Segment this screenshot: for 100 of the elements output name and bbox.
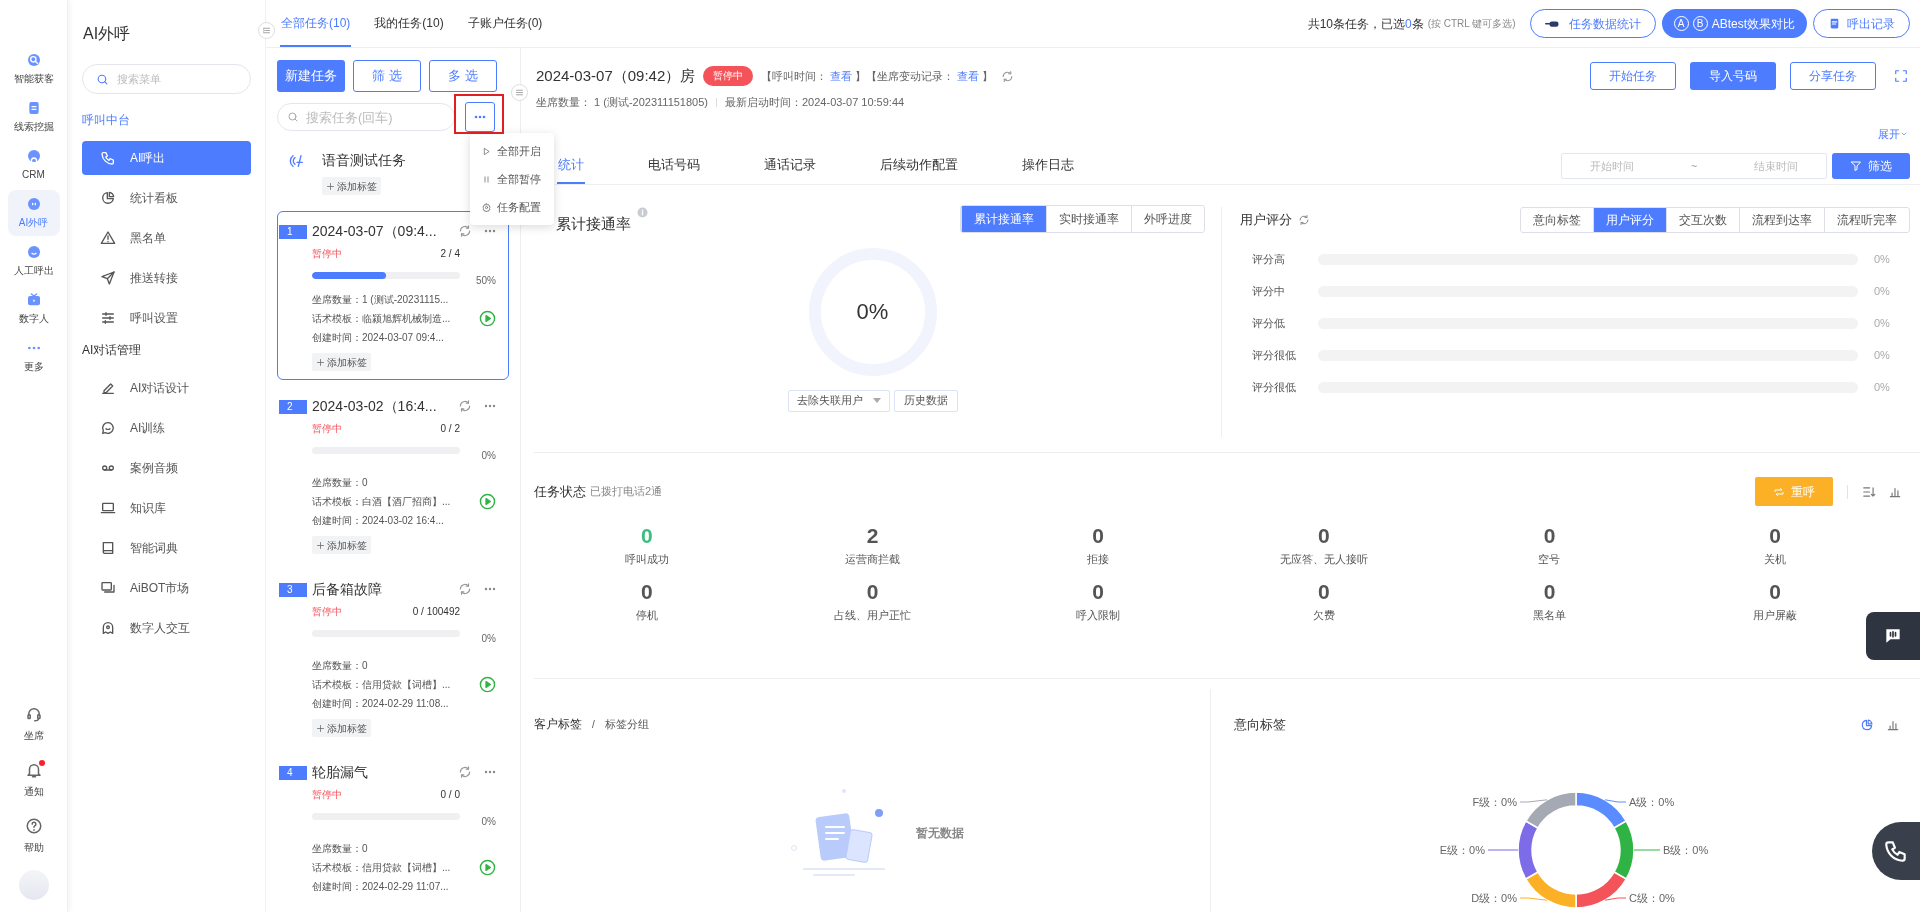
header-button[interactable]: 导入号码 [1690,62,1776,90]
add-tag-button[interactable]: 添加标签 [312,536,371,554]
rail-item[interactable]: 数字人 [7,286,60,332]
status-text: 暂停中 [312,788,343,802]
expand-link[interactable]: 展开 [1878,126,1908,143]
view-link[interactable]: 查看 [957,67,980,85]
header-button[interactable]: 开始任务 [1590,62,1676,90]
play-icon[interactable] [479,676,496,693]
call-float-button[interactable] [1872,822,1920,880]
rail-item[interactable]: 通知 [7,754,60,806]
menu-item[interactable]: AI训练 [82,411,251,445]
segment-button[interactable]: 流程到达率 [1739,208,1824,232]
task-search-field[interactable]: 搜索任务(回车) [277,103,455,131]
add-tag-button[interactable]: 添加标签 [322,177,381,195]
rail-item[interactable]: 人工呼出 [7,238,60,284]
score-reading: 0% [1874,347,1891,363]
task-action-button[interactable]: 新建任务 [277,60,345,92]
tab[interactable]: 后续动作配置 [879,148,959,184]
menu-item[interactable]: 统计看板 [82,181,251,215]
tab[interactable]: 统计 [557,148,585,184]
add-tag-button[interactable]: 添加标签 [312,719,371,737]
search-field[interactable]: 搜索菜单 [82,64,251,94]
rail-item[interactable]: 智能获客 [7,46,60,92]
meta-text: 最新启动时间：2024-03-07 10:59:44 [725,95,905,110]
index-badge: 3 [279,583,307,597]
segment-button[interactable]: 外呼进度 [1131,206,1204,232]
task-card[interactable]: 2 2024-03-02（16:4... 暂停中 0 / 2 0% 坐席数量：0 话术模板：白酒【酒厂招商】... 创建时间：2024-03-02 16:4... 添加标签 [277,386,509,563]
task-tab[interactable]: 我的任务(10) [373,0,445,47]
score-label: 评分低 [1252,315,1286,331]
empty-text: 暂无数据 [916,825,964,842]
task-card[interactable]: 3 后备箱故障 暂停中 0 / 100492 0% 坐席数量：0 话术模板：信用贷款【词槽】... 创建时间：2024-02-29 11:08... 添加标签 [277,569,509,746]
menu-item[interactable]: AI呼出 [82,141,251,175]
record-icon [1828,17,1841,30]
menu-item[interactable]: 知识库 [82,491,251,525]
view-link[interactable]: 查看 [830,67,853,85]
menu-item[interactable]: AI对话设计 [82,371,251,405]
add-tag-button[interactable]: 添加标签 [312,353,371,371]
tab[interactable]: 电话号码 [647,148,701,184]
rail-item[interactable]: CRM [7,142,60,188]
rail-item[interactable]: AI外呼 [7,190,60,236]
segment-button[interactable]: 累计接通率 [961,206,1046,232]
menu-item[interactable]: 黑名单 [82,221,251,255]
sort-icon[interactable] [1862,484,1876,499]
play-icon[interactable] [479,859,496,876]
menu-item[interactable]: 全部开启 [470,137,554,165]
task-title: 轮胎漏气 [312,762,369,782]
segment-button[interactable]: 流程听完率 [1824,208,1909,232]
pie-chart-icon[interactable] [1860,717,1874,732]
menu-item[interactable]: 呼叫设置 [82,301,251,335]
menu-item[interactable]: 智能词典 [82,531,251,565]
stat-value: 0 [641,523,653,549]
menu-item[interactable]: AiBOT市场 [82,571,251,605]
filter-button[interactable]: 筛选 [1832,153,1910,179]
rail-item[interactable]: 帮助 [7,810,60,862]
leader-line [1633,849,1661,851]
play-icon[interactable] [479,310,496,327]
segment-button[interactable]: 用户评分 [1593,208,1666,232]
score-label: 评分很低 [1252,347,1297,363]
task-tab[interactable]: 全部任务(10) [280,0,352,47]
tab[interactable]: 通话记录 [763,148,817,184]
refresh-icon [458,582,472,596]
status-badge: 暂停中 [703,66,754,86]
percent-text: 0% [480,632,496,646]
pencil-icon [100,380,116,396]
play-icon[interactable] [479,493,496,510]
task-action-button[interactable]: 多 选 [429,60,497,92]
fullscreen-icon[interactable] [1894,69,1908,83]
segment-button[interactable]: 交互次数 [1666,208,1739,232]
collapse-handle[interactable] [511,84,528,101]
percent-text: 0% [480,449,496,463]
task-field: 创建时间：2024-03-07 09:4... [312,330,479,345]
segment-button[interactable]: 意向标签 [1521,208,1593,232]
header-button[interactable]: 分享任务 [1790,62,1876,90]
menu-item[interactable]: 数字人交互 [82,611,251,645]
chat-float-button[interactable] [1866,612,1920,660]
filter-select[interactable]: 去除失联用户 [787,389,890,412]
stat-label: 无应答、无人接听 [1279,552,1368,567]
more-button[interactable] [465,102,495,132]
rail-item[interactable]: 坐席 [7,698,60,750]
chat-icon [1883,626,1903,646]
panel-title: 累计接通率 [556,214,631,234]
rail-item[interactable]: 线索挖掘 [7,94,60,140]
menu-item[interactable]: 推送转接 [82,261,251,295]
task-field: 创建时间：2024-02-29 11:08... [312,696,479,711]
rail-item[interactable]: 更多 [7,334,60,380]
task-card[interactable]: 4 轮胎漏气 暂停中 0 / 0 0% 坐席数量：0 话术模板：信用贷款【词槽】... 创建时间：2024-02-29 11:07... [277,752,509,903]
refresh-icon[interactable] [1298,214,1310,226]
tab[interactable]: 操作日志 [1021,148,1075,184]
leader-line [1604,799,1627,803]
top-button[interactable]: A B ABtest效果对比 [1661,9,1807,38]
collapse-handle[interactable] [258,22,275,39]
menu-item[interactable]: 案例音频 [82,451,251,485]
task-tab[interactable]: 子账户任务(0) [466,0,544,47]
info-icon [637,207,648,218]
menu-item[interactable]: 全部暂停 [470,165,554,193]
task-action-button[interactable]: 筛 选 [353,60,421,92]
record-label: 【呼叫时间： [761,68,828,84]
stat-label: 拒接 [1087,552,1110,567]
history-button[interactable]: 历史数据 [893,389,958,412]
segment-button[interactable]: 实时接通率 [1046,206,1131,232]
